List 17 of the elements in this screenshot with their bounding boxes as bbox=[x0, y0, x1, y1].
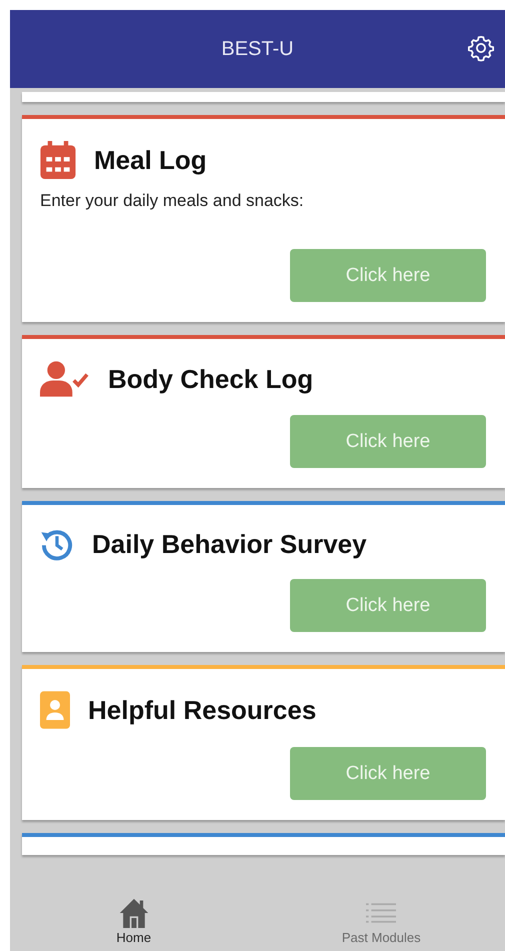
card-title: Meal Log bbox=[94, 144, 207, 176]
card-description: Enter your daily meals and snacks: bbox=[39, 190, 305, 211]
click-here-button[interactable]: Click here bbox=[290, 415, 486, 468]
person-check-icon bbox=[40, 361, 90, 397]
settings-icon[interactable] bbox=[467, 34, 495, 62]
nav-tab[interactable]: Past Modules bbox=[258, 895, 505, 951]
card-title: Body Check Log bbox=[108, 364, 314, 394]
app-title: BEST-U bbox=[221, 38, 294, 60]
calendar-icon bbox=[40, 141, 76, 179]
click-here-button[interactable]: Click here bbox=[290, 579, 486, 632]
click-here-button[interactable]: Click here bbox=[290, 249, 486, 302]
card-title: Helpful Resources bbox=[88, 694, 316, 726]
nav-tab[interactable]: Home bbox=[10, 895, 258, 951]
home-icon bbox=[118, 898, 149, 928]
click-here-button[interactable]: Click here bbox=[290, 747, 486, 800]
card-title: Daily Behavior Survey bbox=[92, 528, 367, 560]
contact-book-icon bbox=[40, 691, 70, 729]
